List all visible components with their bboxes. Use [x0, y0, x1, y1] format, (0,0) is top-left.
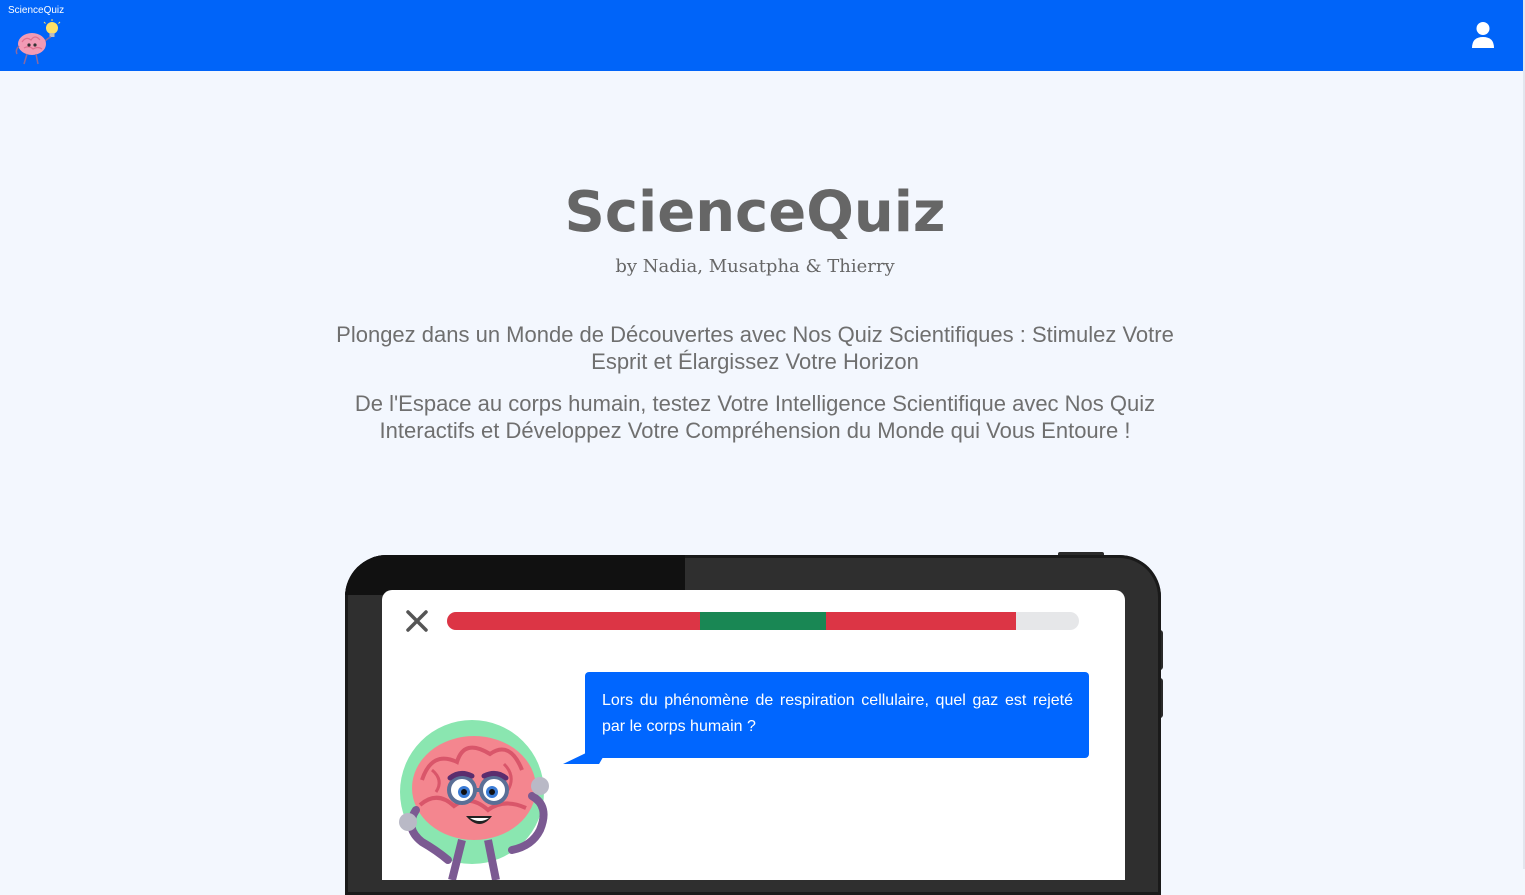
- user-account-icon[interactable]: [1471, 21, 1495, 49]
- quiz-preview-screen: Lors du phénomène de respiration cellula…: [382, 590, 1125, 880]
- brand-link[interactable]: ScienceQuiz: [8, 4, 78, 66]
- tablet-bezel-shade: [345, 555, 685, 595]
- hero-description: De l'Espace au corps humain, testez Votr…: [354, 391, 1156, 443]
- hero-title: ScienceQuiz: [564, 180, 946, 245]
- progress-segment-wrong: [826, 612, 1016, 630]
- progress-segment-correct: [700, 612, 826, 630]
- top-navbar: ScienceQuiz: [0, 0, 1523, 71]
- hero-tagline: Plongez dans un Monde de Découvertes ave…: [336, 322, 1174, 374]
- progress-segment-wrong: [447, 612, 700, 630]
- quiz-progress-bar: [447, 612, 1079, 630]
- brain-mascot-icon: [399, 720, 549, 880]
- brand-name: ScienceQuiz: [8, 5, 65, 16]
- hero-authors: by Nadia, Musatpha & Thierry: [615, 256, 895, 277]
- brain-mascot-logo-icon: [15, 19, 61, 65]
- close-icon: [406, 610, 428, 632]
- question-speech-bubble: Lors du phénomène de respiration cellula…: [585, 672, 1089, 758]
